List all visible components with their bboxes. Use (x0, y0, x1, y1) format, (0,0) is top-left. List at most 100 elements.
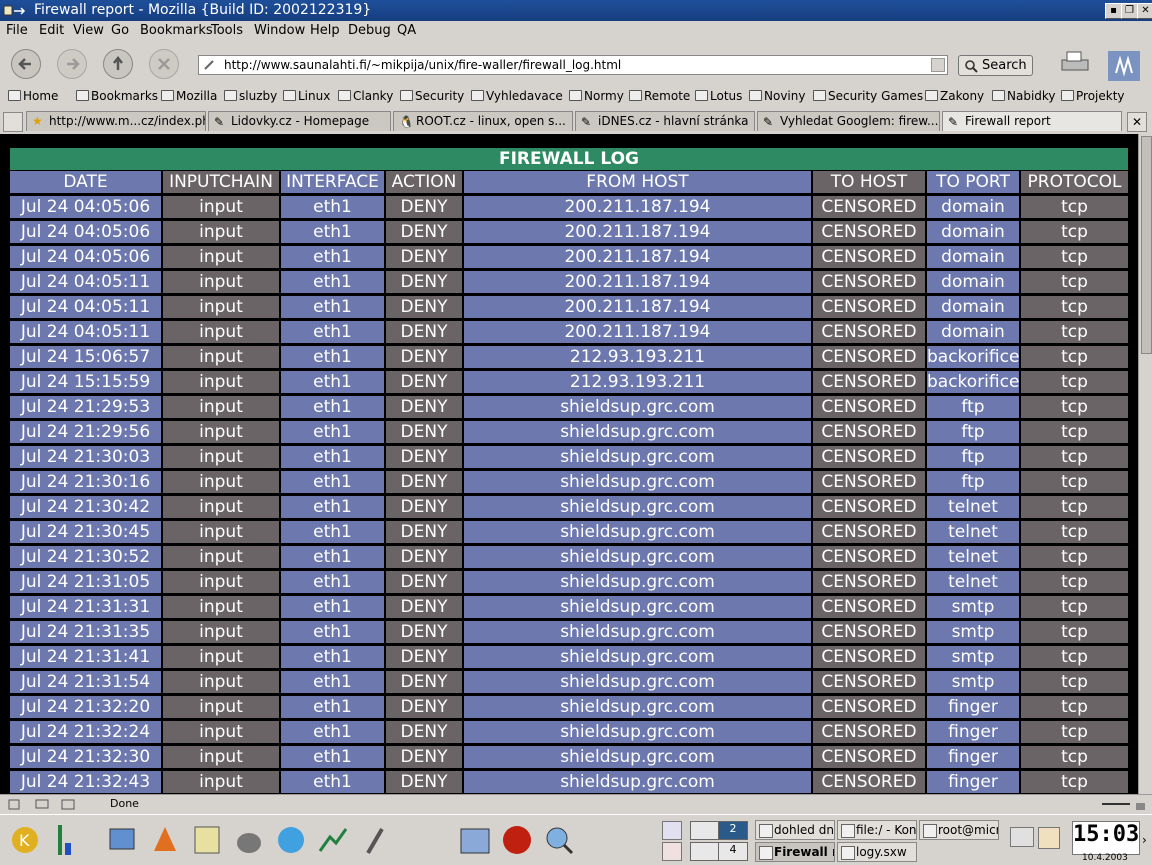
reload-button[interactable] (103, 49, 133, 79)
network-icon[interactable] (274, 823, 308, 857)
cell-interface: eth1 (281, 696, 384, 718)
bookmark-folder[interactable]: Vyhledavace (471, 89, 563, 103)
menu-bookmarks[interactable]: Bookmarks (140, 23, 213, 38)
cell-to-port: finger (927, 771, 1019, 793)
bookmark-folder[interactable]: Security Games (813, 89, 923, 103)
scrollbar-thumb[interactable] (1141, 136, 1152, 354)
clock[interactable]: 15:03 (1072, 821, 1140, 855)
cell-to-port: domain (927, 221, 1019, 243)
tab[interactable]: ★ http://www.m...cz/index.php (26, 111, 206, 131)
vertical-scrollbar[interactable] (1138, 134, 1152, 794)
page-content: FIREWALL LOG DATE INPUTCHAIN INTERFACE ACTI… (0, 134, 1138, 794)
clock-time: 15:03 (1073, 822, 1140, 847)
bookmark-folder[interactable]: Security (400, 89, 464, 103)
bookmark-folder[interactable]: Remote (629, 89, 690, 103)
lock-screen-icon[interactable] (662, 821, 682, 840)
cell-inputchain: input (163, 471, 279, 493)
menu-edit[interactable]: Edit (39, 23, 64, 38)
cell-interface: eth1 (281, 646, 384, 668)
tray-icon[interactable] (1038, 827, 1060, 849)
chart-app-icon[interactable] (316, 823, 350, 857)
cell-to-port: telnet (927, 521, 1019, 543)
menu-go[interactable]: Go (111, 23, 129, 38)
bookmark-folder[interactable]: Projekty (1061, 89, 1125, 103)
menu-tools[interactable]: Tools (211, 23, 243, 38)
keyboard-layout-flag-icon[interactable] (1010, 827, 1034, 847)
desktop-pager-2[interactable]: 2 (718, 821, 748, 840)
tools-icon[interactable] (358, 823, 392, 857)
desktop-pager-1[interactable] (690, 821, 720, 840)
bookmark-folder[interactable]: Bookmarks (76, 89, 158, 103)
print-icon[interactable] (1058, 48, 1098, 80)
cell-protocol: tcp (1021, 296, 1128, 318)
taskbar-item-active[interactable]: Firewall r (755, 842, 835, 862)
menu-debug[interactable]: Debug (348, 23, 391, 38)
apps-icon[interactable] (458, 823, 492, 857)
cell-protocol: tcp (1021, 421, 1128, 443)
tab-active[interactable]: ✎ Firewall report (942, 111, 1122, 131)
bookmark-folder[interactable]: Clanky (338, 89, 393, 103)
logout-icon[interactable] (662, 842, 682, 861)
cell-action: DENY (386, 321, 462, 343)
taskbar-item[interactable]: root@micr (919, 820, 999, 840)
mozilla-launcher-icon[interactable] (148, 823, 182, 857)
bookmark-folder[interactable]: Mozilla (161, 89, 217, 103)
close-icon[interactable]: ✕ (1137, 3, 1152, 19)
search-button[interactable]: Search (958, 55, 1033, 76)
window-title-bar[interactable]: Firewall report - Mozilla {Build ID: 200… (0, 0, 1152, 21)
cell-to-port: smtp (927, 596, 1019, 618)
tab[interactable]: ✎ iDNES.cz - hlavní stránka (575, 111, 755, 131)
taskbar-item[interactable]: file:/ - Kon (837, 820, 917, 840)
taskbar-scroll-right-icon[interactable]: › (1142, 833, 1147, 847)
back-button[interactable] (11, 49, 41, 79)
cell-to-port: domain (927, 246, 1019, 268)
home-icon (8, 90, 21, 101)
menu-file[interactable]: File (6, 23, 28, 38)
cell-from-host: 200.211.187.194 (464, 296, 811, 318)
minimize-icon[interactable]: ▪ (1105, 3, 1122, 19)
cell-action: DENY (386, 471, 462, 493)
menu-window[interactable]: Window (254, 23, 305, 38)
desktop-pager-4[interactable]: 4 (718, 842, 748, 861)
taskbar-item[interactable]: logy.sxw (837, 842, 917, 862)
url-bar[interactable]: http://www.saunalahti.fi/~mikpija/unix/f… (198, 55, 948, 75)
search-globe-icon[interactable] (542, 823, 576, 857)
editor-icon[interactable] (190, 823, 224, 857)
cell-date: Jul 24 21:30:52 (10, 546, 161, 568)
cell-to-port: ftp (927, 471, 1019, 493)
stop-button[interactable] (149, 49, 179, 79)
bookmark-folder[interactable]: Nabidky (992, 89, 1056, 103)
desktop-pager-3[interactable] (690, 842, 720, 861)
menu-help[interactable]: Help (310, 23, 340, 38)
cell-interface: eth1 (281, 746, 384, 768)
folder-icon (283, 90, 296, 101)
kde-menu-icon[interactable]: K (8, 823, 42, 857)
cell-inputchain: input (163, 296, 279, 318)
new-tab-icon[interactable] (3, 112, 23, 132)
app-icon (759, 824, 773, 838)
taskbar-item[interactable]: dohled dn (755, 820, 835, 840)
menu-view[interactable]: View (73, 23, 104, 38)
gimp-icon[interactable] (232, 823, 266, 857)
bookmark-folder[interactable]: Zakony (925, 89, 984, 103)
bookmark-folder[interactable]: sluzby (224, 89, 277, 103)
tab[interactable]: ✎ Lidovky.cz - Homepage (208, 111, 391, 131)
tab[interactable]: 🐧 ROOT.cz - linux, open s... (393, 111, 573, 131)
menu-qa[interactable]: QA (397, 23, 416, 38)
bookmark-folder[interactable]: Normy (569, 89, 624, 103)
cell-from-host: shieldsup.grc.com (464, 771, 811, 793)
tab[interactable]: ✎ Vyhledat Googlem: firew... (757, 111, 940, 131)
bookmark-folder[interactable]: Linux (283, 89, 330, 103)
cell-inputchain: input (163, 671, 279, 693)
url-dropdown-icon[interactable] (931, 58, 945, 72)
desktop-icon[interactable] (106, 823, 140, 857)
maximize-icon[interactable]: ❐ (1121, 3, 1138, 19)
bookmark-folder[interactable]: Lotus (695, 89, 742, 103)
bookmark-folder[interactable]: Noviny (749, 89, 805, 103)
mozilla-dragon-icon[interactable] (500, 823, 534, 857)
forward-button[interactable] (57, 49, 87, 79)
star-icon: ★ (32, 114, 43, 128)
url-text[interactable]: http://www.saunalahti.fi/~mikpija/unix/f… (224, 58, 621, 72)
close-tab-icon[interactable]: ✕ (1127, 112, 1147, 132)
bookmark-home[interactable]: Home (8, 89, 58, 103)
